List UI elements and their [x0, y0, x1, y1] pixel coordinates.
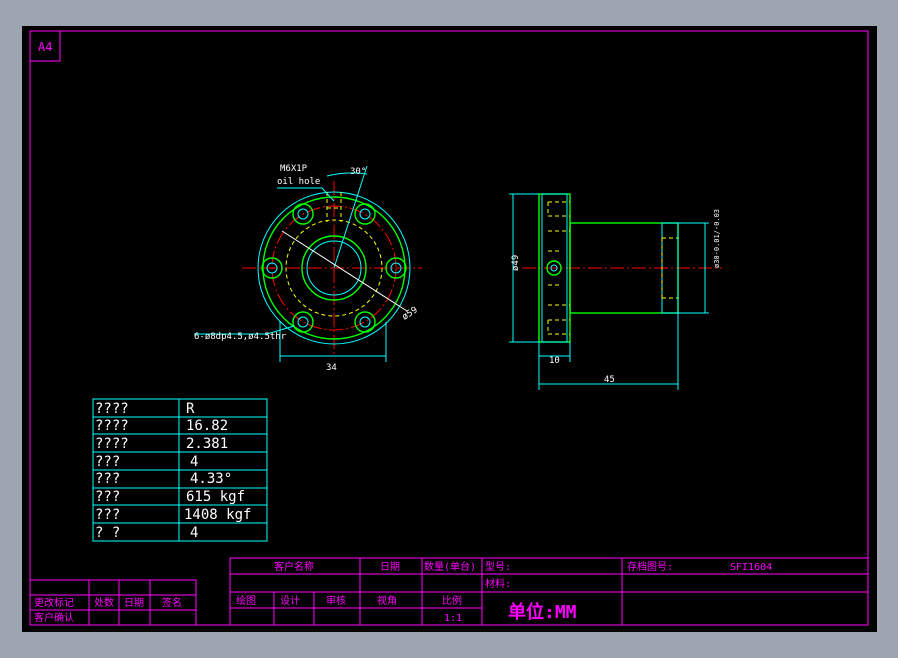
body-dia-label: ø30-0.01/-0.03	[713, 209, 721, 268]
customer-confirm-label: 客户确认	[34, 611, 74, 624]
angle-label: 30°	[350, 167, 366, 177]
location-label: 处数	[94, 596, 114, 609]
spec-label: ????	[95, 418, 129, 434]
design-label: 设计	[280, 594, 300, 607]
diameter-label: ø59	[401, 305, 420, 322]
model-label: 型号:	[485, 560, 511, 573]
spec-label: ????	[95, 401, 129, 417]
spec-value: R	[186, 401, 195, 417]
archive-no-value: SFI1604	[730, 562, 772, 573]
spec-value: 4.33°	[190, 471, 232, 487]
flange-dia-label: ø49	[511, 255, 521, 271]
spec-table: ???? R ???? 16.82 ???? 2.381 ??? 4 ??? 4…	[92, 398, 268, 542]
revision-date-label: 日期	[124, 597, 144, 609]
spec-value: 615 kgf	[186, 489, 245, 505]
change-mark-label: 更改标记	[34, 596, 74, 609]
spec-value: 2.381	[186, 436, 228, 452]
spec-value: 1408 kgf	[184, 507, 251, 523]
cad-canvas: A4 M6X1P oil hole 30° ø59 6-ø8dp4.5,ø4.5…	[29, 30, 869, 626]
scale-value: 1:1	[444, 613, 462, 624]
spec-label: ???	[95, 489, 120, 505]
holes-label: 6-ø8dp4.5,ø4.5thr	[194, 332, 287, 342]
spec-value: 16.82	[186, 418, 228, 434]
drawn-label: 绘图	[236, 594, 256, 607]
side-view: ø49 ø30-0.01/-0.03 10 45	[509, 193, 722, 390]
spec-label: ???	[95, 454, 120, 470]
length-label: 45	[604, 375, 615, 385]
signature-label: 签名	[162, 596, 182, 609]
drawing-border	[29, 30, 869, 626]
spec-value: 4	[190, 525, 198, 541]
front-view: M6X1P oil hole 30° ø59 6-ø8dp4.5,ø4.5thr…	[194, 164, 422, 373]
oil-hole-label: oil hole	[277, 177, 320, 187]
date-label: 日期	[380, 561, 400, 573]
archive-no-label: 存档图号:	[627, 560, 673, 573]
flange-thickness-label: 10	[549, 356, 560, 366]
width-dim-label: 34	[326, 363, 337, 373]
oil-hole-leader	[277, 187, 335, 202]
revision-block: 更改标记 处数 日期 签名 客户确认	[29, 579, 197, 626]
scale-label: 比例	[442, 594, 462, 607]
review-label: 审核	[326, 594, 346, 607]
spec-label: ????	[95, 436, 129, 452]
spec-value: 4	[190, 454, 198, 470]
material-label: 材料:	[485, 577, 511, 590]
spec-label: ? ?	[95, 525, 120, 541]
thread-label: M6X1P	[280, 164, 308, 174]
spec-label: ???	[95, 471, 120, 487]
quantity-label: 数量(单台)	[424, 560, 476, 573]
sheet-size-label: A4	[38, 40, 52, 54]
projection-label: 视角	[377, 594, 397, 607]
spec-label: ???	[95, 507, 120, 523]
customer-name-label: 客户名称	[274, 560, 314, 573]
drawing-sheet: A4 M6X1P oil hole 30° ø59 6-ø8dp4.5,ø4.5…	[22, 26, 877, 632]
unit-label: 单位:MM	[508, 601, 577, 623]
title-block: 客户名称 日期 数量(单台) 型号: 存档图号: SFI1604 材料: 绘图 …	[229, 557, 869, 626]
